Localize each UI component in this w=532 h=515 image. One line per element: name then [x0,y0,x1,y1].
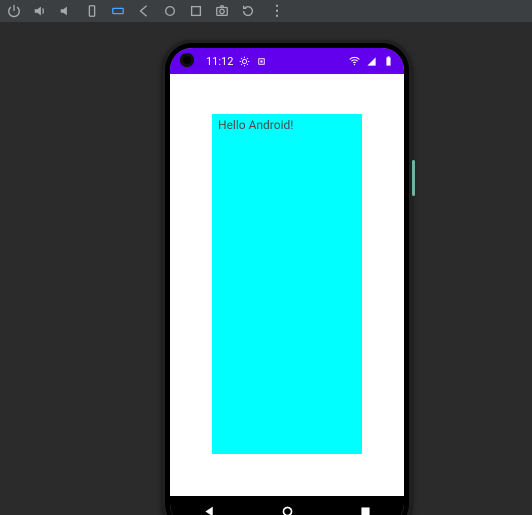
status-bar: 11:12 [170,48,404,74]
device-frame: 11:12 Hello Android! [162,40,412,515]
battery-icon [383,56,394,67]
system-nav-bar [170,496,404,515]
device-screen: 11:12 Hello Android! [170,48,404,515]
greeting-text: Hello Android! [218,118,293,132]
more-icon[interactable]: ⋮ [270,3,284,19]
screenshot-icon[interactable] [214,3,230,19]
volume-down-icon[interactable] [58,3,74,19]
nav-recents-button[interactable] [358,504,372,515]
device-power-button[interactable] [412,160,415,196]
power-icon[interactable] [6,3,22,19]
wifi-icon [349,56,360,67]
signal-icon [366,56,377,67]
volume-up-icon[interactable] [32,3,48,19]
rotate-right-icon[interactable] [110,3,126,19]
emulator-toolbar: ⋮ [0,0,532,22]
settings-icon [239,56,250,67]
reload-icon[interactable] [240,3,256,19]
status-right [349,56,394,67]
nav-home-icon[interactable] [162,3,178,19]
app-content: Hello Android! [170,74,404,496]
emulator-stage: 11:12 Hello Android! [0,22,532,515]
nav-overview-icon[interactable] [188,3,204,19]
nav-home-button[interactable] [280,504,294,515]
nav-back-button[interactable] [202,504,216,515]
memory-icon [256,56,267,67]
camera-punch-hole [180,53,194,67]
greeting-box: Hello Android! [212,114,362,454]
clock-text: 11:12 [206,55,233,68]
rotate-left-icon[interactable] [84,3,100,19]
nav-back-icon[interactable] [136,3,152,19]
status-left: 11:12 [206,55,267,68]
